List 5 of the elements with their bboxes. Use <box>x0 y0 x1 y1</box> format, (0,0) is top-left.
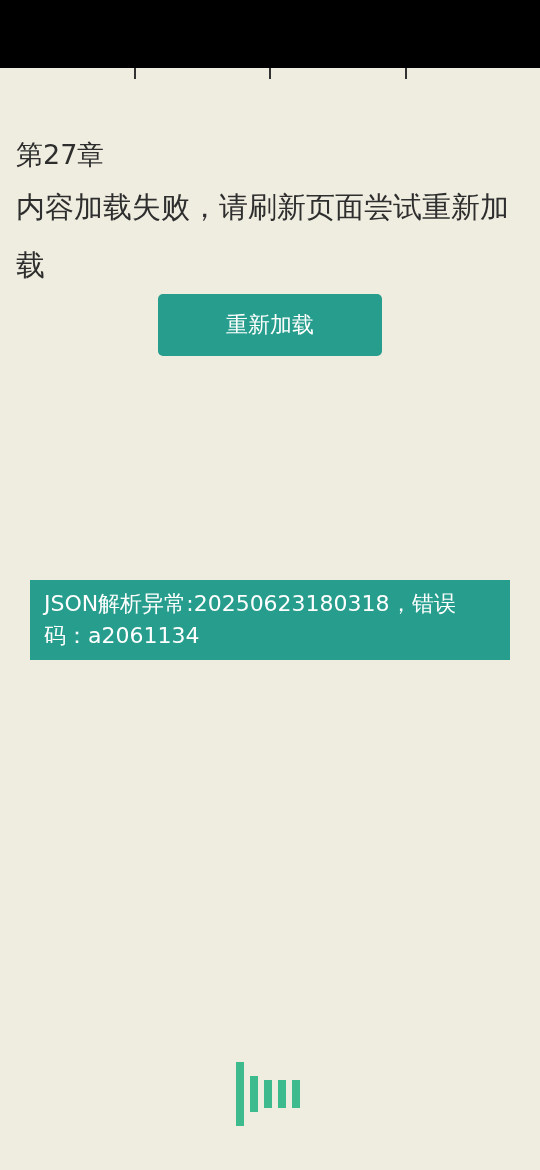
loading-bars-icon <box>236 1062 302 1126</box>
error-toast: JSON解析异常:20250623180318，错误码：a2061134 <box>30 580 510 660</box>
reload-button[interactable]: 重新加载 <box>158 294 382 356</box>
chapter-title: 第27章 <box>16 138 106 172</box>
error-message: 内容加载失败，请刷新页面尝试重新加载 <box>16 189 510 284</box>
